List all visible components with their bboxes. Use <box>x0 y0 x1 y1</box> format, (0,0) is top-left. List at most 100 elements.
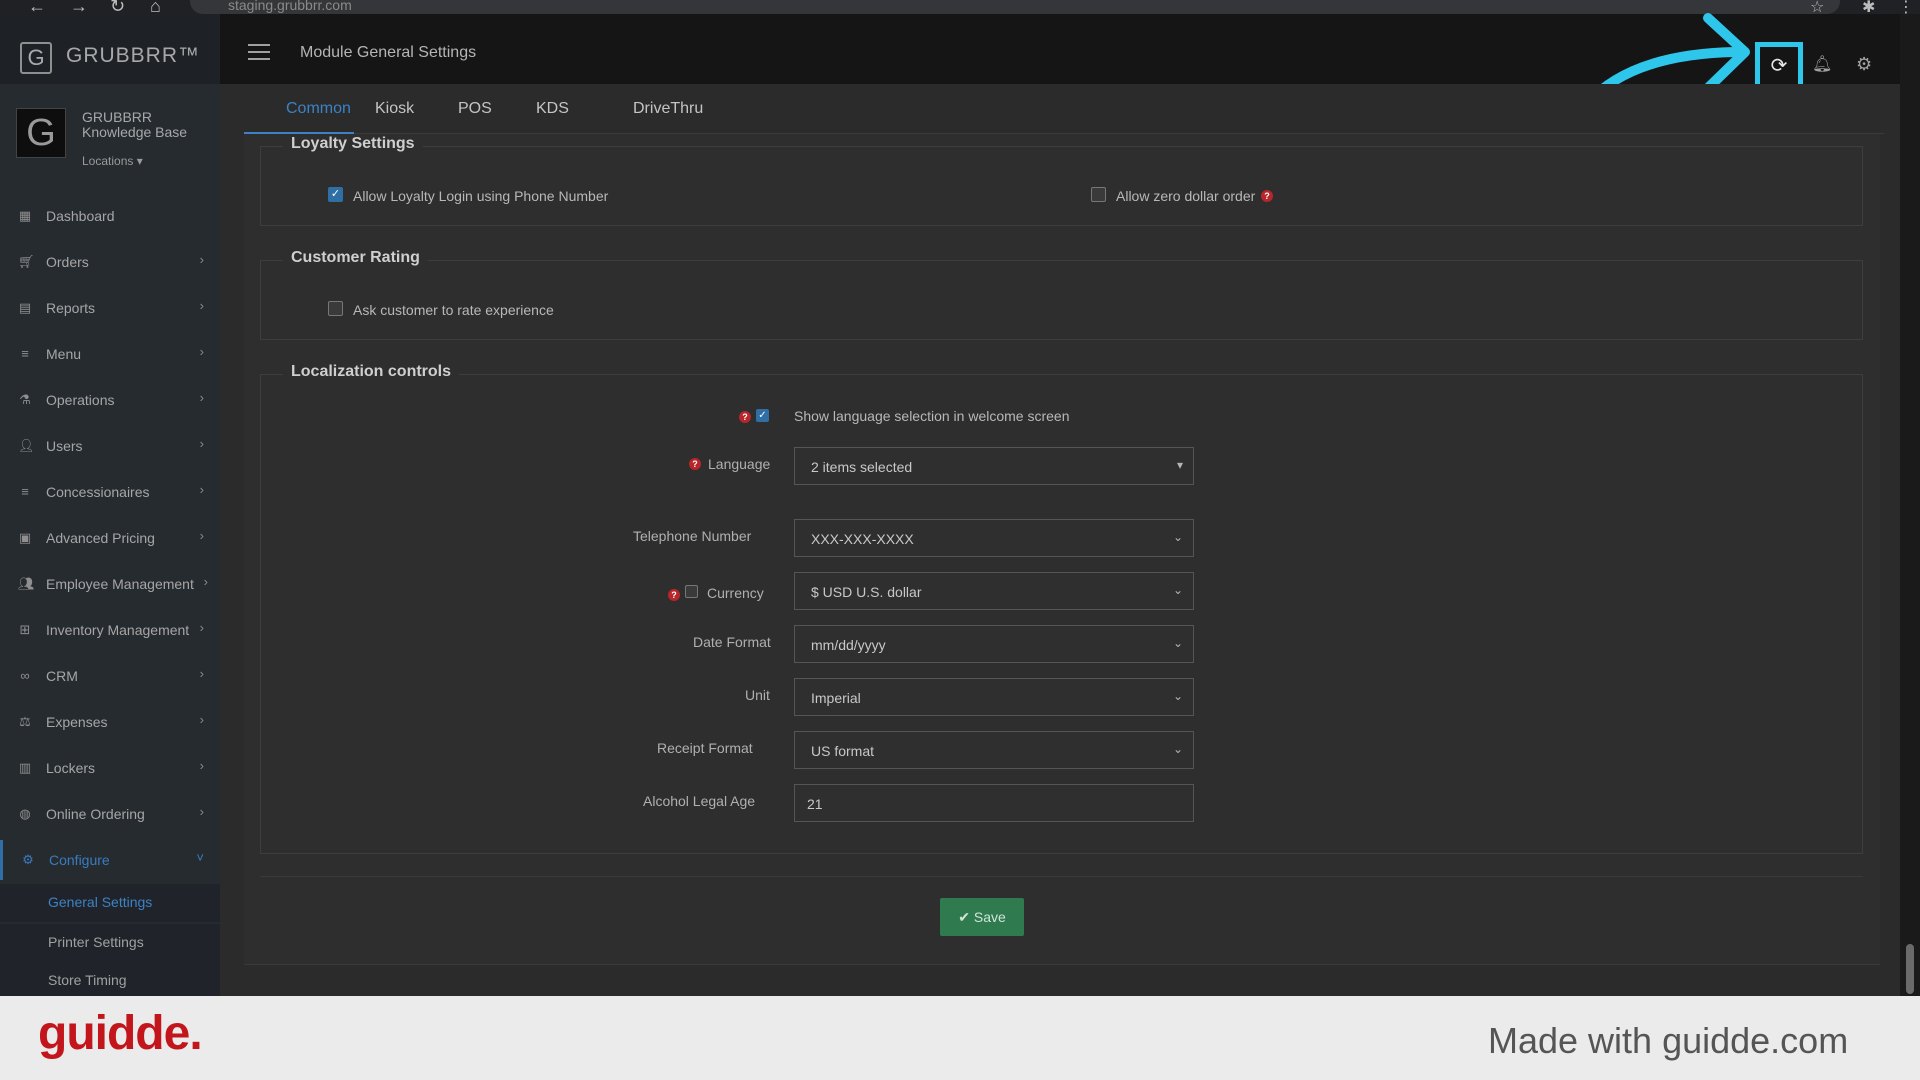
chevron-down-icon: ⌄ <box>1172 530 1183 544</box>
tab-drivethru[interactable]: DriveThru <box>633 100 703 118</box>
chevron-right-icon: › <box>203 574 208 589</box>
sitemap-icon: ⊞ <box>19 622 31 637</box>
main-content: Common Kiosk POS KDS DriveThru Loyalty S… <box>220 84 1900 996</box>
chevron-down-icon: ⌄ <box>1172 636 1183 650</box>
date-format-select[interactable]: mm/dd/yyyy ⌄ <box>794 625 1194 663</box>
sidebar-item-expenses[interactable]: ⚖ Expenses › <box>0 702 220 742</box>
zero-dollar-order-label: Allow zero dollar order <box>1116 188 1256 204</box>
save-button[interactable]: ✔ Save <box>940 898 1024 936</box>
rate-experience-label: Ask customer to rate experience <box>353 302 554 318</box>
logo-area: G GRUBBRR™ <box>0 14 220 84</box>
sidebar-item-users[interactable]: 👤︎ Users › <box>0 426 220 466</box>
money-icon: ▣ <box>18 530 32 545</box>
unit-select[interactable]: Imperial ⌄ <box>794 678 1194 716</box>
zero-dollar-order-checkbox[interactable] <box>1091 187 1106 202</box>
help-icon[interactable]: ? <box>1261 190 1273 202</box>
chevron-right-icon: › <box>199 528 204 543</box>
help-icon[interactable]: ? <box>739 411 751 423</box>
gear-icon: ⚙ <box>22 852 34 867</box>
sidebar-subitem-store-timing[interactable]: Store Timing <box>0 962 220 996</box>
sidebar-item-lockers[interactable]: ▥ Lockers › <box>0 748 220 788</box>
chevron-right-icon: › <box>199 666 204 681</box>
sidebar-item-configure[interactable]: ⚙ Configure ˅ <box>0 840 220 880</box>
loyalty-phone-login-label: Allow Loyalty Login using Phone Number <box>353 188 609 204</box>
telephone-format-select[interactable]: XXX-XXX-XXXX ⌄ <box>794 519 1194 557</box>
tab-kiosk[interactable]: Kiosk <box>375 100 414 118</box>
sidebar-item-crm[interactable]: ∞ CRM › <box>0 656 220 696</box>
help-icon[interactable]: ? <box>689 458 701 470</box>
customer-rating-title: Customer Rating <box>283 249 428 267</box>
sidebar-item-inventory-management[interactable]: ⊞ Inventory Management › <box>0 610 220 650</box>
rate-experience-checkbox[interactable] <box>328 301 343 316</box>
currency-checkbox[interactable] <box>685 585 698 598</box>
chevron-down-icon: ⌄ <box>1172 742 1183 756</box>
sidebar-item-employee-management[interactable]: 👥︎ Employee Management › <box>0 564 220 604</box>
divider <box>244 964 1880 965</box>
unit-label: Unit <box>745 687 770 703</box>
chevron-down-icon: ⌄ <box>1172 583 1183 597</box>
flask-icon: ⚗ <box>19 392 31 407</box>
report-icon: ▤ <box>18 300 32 315</box>
currency-label: Currency <box>707 585 764 601</box>
loyalty-settings-section: Loyalty Settings ✓ Allow Loyalty Login u… <box>260 135 1863 226</box>
refresh-button[interactable]: ⟳ <box>1755 42 1803 90</box>
sidebar-item-concessionaires[interactable]: ≡ Concessionaires › <box>0 472 220 512</box>
guidde-logo: guidde. <box>38 1007 203 1060</box>
chevron-right-icon: › <box>199 712 204 727</box>
list-icon: ≡ <box>21 346 29 361</box>
list-icon: ≡ <box>21 484 29 499</box>
help-icon[interactable]: ? <box>668 589 680 601</box>
page-title: Module General Settings <box>300 44 477 61</box>
settings-gear-icon[interactable]: ⚙ <box>1856 54 1872 75</box>
sidebar-item-reports[interactable]: ▤ Reports › <box>0 288 220 328</box>
receipt-format-select[interactable]: US format ⌄ <box>794 731 1194 769</box>
tab-pos[interactable]: POS <box>458 100 492 118</box>
receipt-format-label: Receipt Format <box>657 740 753 756</box>
chevron-right-icon: › <box>199 620 204 635</box>
divider <box>260 876 1863 877</box>
localization-title: Localization controls <box>283 363 460 381</box>
scale-icon: ⚖ <box>19 714 31 729</box>
tab-common[interactable]: Common <box>286 100 351 118</box>
loyalty-phone-login-checkbox[interactable]: ✓ <box>328 187 343 202</box>
profile-name: GRUBBRR Knowledge Base <box>82 109 188 140</box>
currency-select[interactable]: $ USD U.S. dollar ⌄ <box>794 572 1194 610</box>
chevron-right-icon: › <box>199 436 204 451</box>
customer-rating-section: Customer Rating Ask customer to rate exp… <box>260 249 1863 340</box>
chevron-right-icon: › <box>199 390 204 405</box>
sidebar-item-advanced-pricing[interactable]: ▣ Advanced Pricing › <box>0 518 220 558</box>
sidebar-item-dashboard[interactable]: ▦ Dashboard <box>0 196 220 236</box>
locations-dropdown[interactable]: Locations ▾ <box>82 154 143 168</box>
chevron-right-icon: › <box>199 482 204 497</box>
hamburger-menu-icon[interactable] <box>248 44 270 65</box>
link-icon: ∞ <box>20 668 30 683</box>
sidebar-item-operations[interactable]: ⚗ Operations › <box>0 380 220 420</box>
dashboard-icon: ▦ <box>18 208 32 223</box>
avatar: G <box>16 108 66 158</box>
chevron-down-icon: ˅ <box>196 850 204 865</box>
footer-watermark: guidde. Made with guidde.com <box>0 996 1920 1080</box>
globe-icon: ◍ <box>19 806 31 821</box>
chevron-right-icon: › <box>199 758 204 773</box>
bell-icon[interactable]: 🔔︎ <box>1812 54 1832 74</box>
users-icon: 👥︎ <box>18 576 35 591</box>
alcohol-age-input[interactable]: 21 <box>794 784 1194 822</box>
sidebar-item-online-ordering[interactable]: ◍ Online Ordering › <box>0 794 220 834</box>
tab-bar: Common Kiosk POS KDS DriveThru <box>244 84 1884 134</box>
tab-kds[interactable]: KDS <box>536 100 569 118</box>
chevron-right-icon: › <box>199 252 204 267</box>
sidebar-item-orders[interactable]: 🛒︎ Orders › <box>0 242 220 282</box>
cart-icon: 🛒︎ <box>18 254 35 269</box>
sidebar-subitem-general-settings[interactable]: General Settings <box>0 884 220 922</box>
show-language-checkbox[interactable]: ✓ <box>756 409 769 422</box>
telephone-label: Telephone Number <box>633 528 752 544</box>
caret-down-icon: ▾ <box>1176 458 1183 472</box>
sidebar-item-menu[interactable]: ≡ Menu › <box>0 334 220 374</box>
page-scrollbar[interactable] <box>1900 14 1920 996</box>
sidebar-subitem-printer-settings[interactable]: Printer Settings <box>0 924 220 962</box>
language-label: Language <box>708 456 771 472</box>
language-multiselect[interactable]: 2 items selected ▾ <box>794 447 1194 485</box>
user-plus-icon: 👤︎ <box>18 438 35 453</box>
url-text: staging.grubbrr.com <box>228 0 352 13</box>
show-language-label: Show language selection in welcome scree… <box>794 408 1070 424</box>
